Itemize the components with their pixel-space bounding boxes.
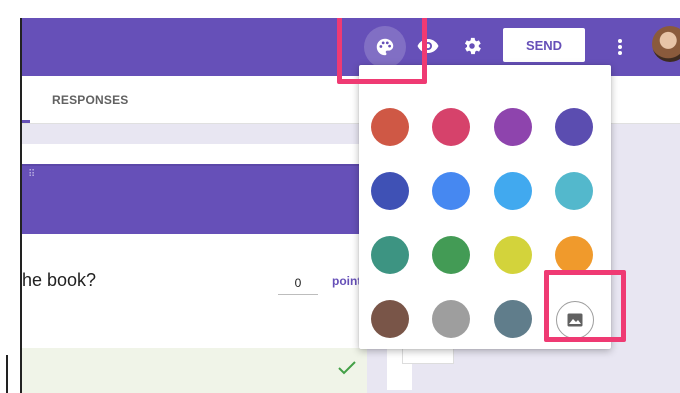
tab-responses[interactable]: RESPONSES — [52, 93, 129, 107]
forms-editor: RESPONSES ⠿ he book? 0 point SEND — [22, 18, 680, 393]
color-swatch-10[interactable] — [432, 236, 470, 274]
color-swatch-13[interactable] — [371, 300, 409, 338]
more-options-button[interactable] — [608, 30, 632, 64]
color-swatch-8[interactable] — [555, 172, 593, 210]
color-swatch-4[interactable] — [555, 108, 593, 146]
avatar[interactable] — [652, 26, 680, 62]
drag-handle-icon[interactable]: ⠿ — [28, 169, 36, 180]
color-swatch-14[interactable] — [432, 300, 470, 338]
color-swatch-6[interactable] — [432, 172, 470, 210]
color-swatch-3[interactable] — [494, 108, 532, 146]
points-input[interactable]: 0 — [278, 276, 318, 290]
color-swatch-1[interactable] — [371, 108, 409, 146]
color-swatch-15[interactable] — [494, 300, 532, 338]
section-header-card[interactable] — [22, 164, 367, 234]
color-swatch-11[interactable] — [494, 236, 532, 274]
gear-icon — [464, 37, 481, 55]
question-title[interactable]: he book? — [22, 270, 96, 291]
palette-button-highlight — [337, 18, 427, 84]
send-button[interactable]: SEND — [503, 28, 585, 62]
points-label: point — [332, 274, 362, 288]
more-vert-icon — [618, 39, 622, 55]
color-swatch-7[interactable] — [494, 172, 532, 210]
color-swatch-9[interactable] — [371, 236, 409, 274]
check-icon — [338, 361, 356, 375]
color-swatch-12[interactable] — [555, 236, 593, 274]
settings-button[interactable] — [458, 32, 486, 60]
window-left-border-bottom — [6, 355, 8, 393]
form-card-top — [22, 144, 367, 164]
color-swatch-2[interactable] — [432, 108, 470, 146]
points-input-underline — [278, 294, 318, 295]
answer-key-box[interactable] — [22, 348, 367, 393]
image-option-highlight — [544, 270, 626, 342]
color-swatch-5[interactable] — [371, 172, 409, 210]
active-tab-indicator — [22, 120, 30, 123]
